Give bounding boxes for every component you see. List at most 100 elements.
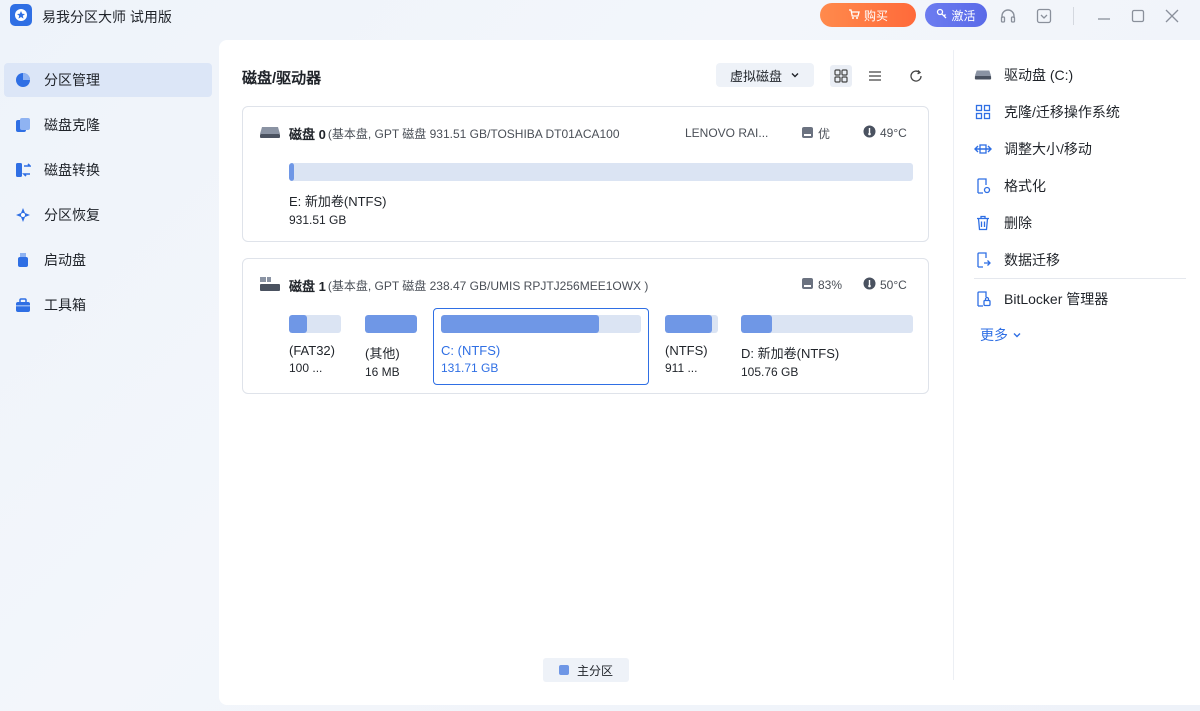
partition-usage-bar: [289, 163, 913, 181]
disk-card-0[interactable]: 磁盘 0 (基本盘, GPT 磁盘 931.51 GB/TOSHIBA DT01…: [242, 106, 929, 242]
clone-os-icon: [974, 103, 992, 121]
partition-size: 911 ...: [665, 361, 698, 375]
data-migrate-action[interactable]: 数据迁移: [974, 249, 1186, 271]
app-logo-icon: [10, 4, 32, 26]
sidebar-item-label: 启动盘: [44, 252, 86, 268]
format-action[interactable]: 格式化: [974, 175, 1186, 197]
page-title: 磁盘/驱动器: [242, 70, 322, 87]
sidebar: 分区管理 磁盘克隆 磁盘转换 分区恢复 启动盘 工具箱: [0, 60, 218, 333]
headset-icon[interactable]: [998, 6, 1018, 26]
hard-disk-icon: [259, 125, 281, 142]
sidebar-item-toolbox[interactable]: 工具箱: [4, 288, 212, 322]
action-label: 格式化: [1004, 178, 1046, 194]
partition-size: 931.51 GB: [289, 213, 347, 227]
maximize-icon[interactable]: [1128, 6, 1148, 26]
partition-usage-fill: [741, 315, 772, 333]
more-label: 更多: [980, 327, 1008, 343]
trash-icon: [974, 214, 992, 232]
main-panel: 磁盘/驱动器 虚拟磁盘 磁盘 0 (基本盘, GPT 磁盘 931.51 GB/…: [219, 40, 1200, 705]
legend-label: 主分区: [576, 663, 613, 678]
sidebar-item-partition-recover[interactable]: 分区恢复: [4, 198, 212, 232]
action-label: 克隆/迁移操作系统: [1004, 104, 1120, 120]
action-panel: 驱动盘 (C:) 克隆/迁移操作系统 调整大小/移动 格式化 删除 数据迁移 B…: [974, 64, 1186, 345]
thermometer-icon: [863, 125, 876, 141]
sidebar-item-label: 分区恢复: [44, 207, 100, 223]
partition-size: 100 ...: [289, 361, 323, 375]
action-divider: [974, 278, 1186, 279]
partition-label: (其他): [365, 346, 400, 361]
disk-health-value: 83%: [818, 278, 843, 292]
partition-label: (FAT32): [289, 343, 335, 358]
partition-label: D: 新加卷(NTFS): [741, 346, 840, 361]
partition-fat32[interactable]: (FAT32) 100 ...: [289, 315, 341, 375]
partition-c-selected[interactable]: C: (NTFS) 131.71 GB: [433, 308, 649, 385]
virtual-disk-label: 虚拟磁盘: [729, 68, 782, 84]
disk-info: (基本盘, GPT 磁盘 238.47 GB/UMIS RPJTJ256MEE1…: [327, 279, 649, 293]
cart-icon: [848, 8, 860, 23]
disk-info: (基本盘, GPT 磁盘 931.51 GB/TOSHIBA DT01ACA10…: [327, 127, 620, 141]
selected-drive-header: 驱动盘 (C:): [974, 64, 1186, 86]
title-bar: 易我分区大师 试用版 购买 激活: [0, 0, 1200, 32]
usb-icon: [14, 251, 32, 269]
sidebar-item-label: 工具箱: [44, 297, 86, 313]
partition-size: 131.71 GB: [441, 361, 499, 375]
panel-divider: [953, 50, 954, 680]
partition-e[interactable]: E: 新加卷(NTFS) 931.51 GB: [289, 163, 913, 227]
disk-temperature: 49°C: [863, 125, 907, 141]
partition-other[interactable]: (其他) 16 MB: [365, 315, 417, 379]
partition-usage-fill: [289, 163, 294, 181]
bitlocker-action[interactable]: BitLocker 管理器: [974, 288, 1186, 310]
virtual-disk-dropdown[interactable]: 虚拟磁盘: [716, 63, 814, 87]
app-title: 易我分区大师 试用版: [42, 9, 172, 25]
action-label: 调整大小/移动: [1004, 141, 1092, 157]
sidebar-item-partition-manage[interactable]: 分区管理: [4, 63, 212, 97]
sidebar-item-label: 分区管理: [44, 72, 100, 88]
sidebar-item-label: 磁盘转换: [44, 162, 100, 178]
activate-button[interactable]: 激活: [925, 3, 987, 27]
titlebar-divider: [1073, 7, 1074, 25]
pie-chart-icon: [14, 71, 32, 89]
refresh-icon[interactable]: [905, 65, 927, 87]
convert-icon: [14, 161, 32, 179]
partition-usage-bar: [289, 315, 341, 333]
disk-name: 磁盘 0: [289, 127, 326, 142]
activate-label: 激活: [951, 8, 976, 23]
partition-ntfs[interactable]: (NTFS) 911 ...: [665, 315, 718, 375]
buy-button[interactable]: 购买: [820, 3, 916, 27]
disk-temperature: 50°C: [863, 277, 907, 293]
legend-swatch: [558, 665, 569, 675]
clone-icon: [14, 116, 32, 134]
ssd-icon: [259, 276, 281, 295]
partition-usage-bar: [365, 315, 417, 333]
disk-card-1[interactable]: 磁盘 1 (基本盘, GPT 磁盘 238.47 GB/UMIS RPJTJ25…: [242, 258, 929, 394]
key-icon: [936, 8, 948, 23]
partition-usage-bar: [441, 315, 641, 333]
delete-action[interactable]: 删除: [974, 212, 1186, 234]
list-view-icon[interactable]: [864, 65, 886, 87]
sidebar-item-disk-convert[interactable]: 磁盘转换: [4, 153, 212, 187]
disk-health-icon: [801, 277, 814, 293]
more-button[interactable]: 更多: [980, 325, 1186, 345]
clone-os-action[interactable]: 克隆/迁移操作系统: [974, 101, 1186, 123]
partition-label: (NTFS): [665, 343, 708, 358]
minimize-icon[interactable]: [1094, 6, 1114, 26]
sidebar-item-disk-clone[interactable]: 磁盘克隆: [4, 108, 212, 142]
sidebar-item-boot-disk[interactable]: 启动盘: [4, 243, 212, 277]
close-icon[interactable]: [1162, 6, 1182, 26]
format-icon: [974, 177, 992, 195]
action-label: 数据迁移: [1004, 252, 1060, 268]
grid-view-icon[interactable]: [830, 65, 852, 87]
recover-icon: [14, 206, 32, 224]
buy-label: 购买: [863, 8, 888, 23]
drive-icon: [974, 66, 992, 84]
menu-dropdown-icon[interactable]: [1034, 6, 1054, 26]
partition-label: C: (NTFS): [441, 343, 501, 358]
disk-name: 磁盘 1: [289, 279, 326, 294]
disk-health-icon: [801, 126, 814, 142]
disk-health-value: 优: [818, 127, 831, 141]
bitlocker-icon: [974, 290, 992, 308]
legend-primary-partition: 主分区: [543, 658, 629, 682]
partition-d[interactable]: D: 新加卷(NTFS) 105.76 GB: [741, 315, 913, 379]
toolbox-icon: [14, 296, 32, 314]
resize-move-action[interactable]: 调整大小/移动: [974, 138, 1186, 160]
